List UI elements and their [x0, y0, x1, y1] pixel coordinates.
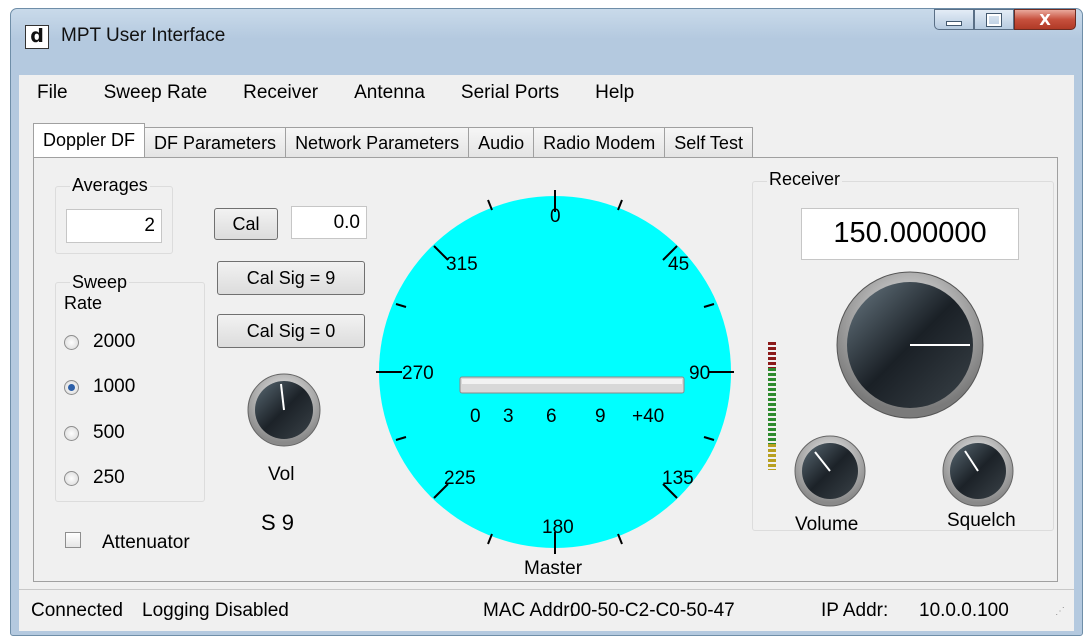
- signal-strength: S 9: [261, 510, 295, 535]
- title-bar[interactable]: d MPT User Interface X: [11, 9, 1082, 69]
- close-icon: X: [1039, 10, 1051, 29]
- sweep-rate-label: Sweep Rate: [64, 272, 130, 314]
- sweep-option-label: 250: [93, 467, 125, 488]
- sweep-option-500[interactable]: 500: [64, 422, 125, 444]
- receiver-group: Receiver 150.000000 Volume Squelch: [752, 169, 1054, 535]
- scale-label-3: 3: [503, 406, 514, 427]
- doppler-df-panel: Averages 2 Sweep Rate 2000 1000 500 250 …: [33, 157, 1058, 582]
- menu-file[interactable]: File: [19, 82, 86, 104]
- status-bar: Connected Logging Disabled MAC Addr: 00-…: [19, 589, 1074, 630]
- squelch-knob[interactable]: [941, 434, 1015, 508]
- compass-label-90: 90: [689, 363, 710, 384]
- tab-network-parameters[interactable]: Network Parameters: [285, 127, 470, 157]
- tuning-knob[interactable]: [835, 270, 985, 420]
- sweep-rate-group: Sweep Rate 2000 1000 500 250: [55, 272, 205, 502]
- vol-label: Vol: [268, 464, 295, 485]
- scale-label-6: 6: [546, 406, 557, 427]
- compass-label-270: 270: [402, 363, 434, 384]
- sweep-option-2000[interactable]: 2000: [64, 331, 135, 353]
- signal-level-bar-highlight: [462, 379, 682, 384]
- compass-label-180: 180: [542, 517, 574, 538]
- compass-label-0: 0: [550, 206, 561, 227]
- tab-self-test[interactable]: Self Test: [664, 127, 753, 157]
- scale-label-40: +40: [632, 406, 664, 427]
- sweep-option-1000[interactable]: 1000: [64, 376, 135, 398]
- window-title: MPT User Interface: [61, 25, 226, 46]
- sweep-rate-label-line1: Sweep: [72, 272, 128, 292]
- client-area: Doppler DF DF Parameters Network Paramet…: [19, 111, 1074, 631]
- radio-2000[interactable]: [64, 334, 79, 350]
- radio-1000[interactable]: [64, 379, 79, 395]
- app-icon: d: [25, 25, 49, 49]
- minimize-button[interactable]: [934, 9, 974, 30]
- tab-radio-modem[interactable]: Radio Modem: [533, 127, 666, 157]
- averages-input[interactable]: 2: [66, 209, 162, 243]
- radio-500[interactable]: [64, 425, 79, 441]
- app-window: d MPT User Interface X File Sweep Rate R…: [10, 8, 1083, 636]
- menu-bar: File Sweep Rate Receiver Antenna Serial …: [19, 75, 1074, 111]
- attenuator-label: Attenuator: [102, 532, 190, 553]
- maximize-icon: [986, 12, 1002, 27]
- attenuator-checkbox[interactable]: [65, 532, 81, 548]
- receiver-label: Receiver: [767, 169, 843, 190]
- vol-knob[interactable]: [246, 372, 322, 448]
- tab-df-parameters[interactable]: DF Parameters: [144, 127, 287, 157]
- compass-label-135: 135: [662, 468, 694, 489]
- volume-label: Volume: [795, 514, 859, 535]
- radio-250[interactable]: [64, 470, 79, 486]
- tab-strip: Doppler DF DF Parameters Network Paramet…: [33, 123, 753, 157]
- status-logging: Logging Disabled: [142, 600, 289, 621]
- sweep-option-label: 1000: [93, 376, 136, 397]
- maximize-button[interactable]: [974, 9, 1014, 30]
- volume-knob[interactable]: [793, 434, 867, 508]
- mac-address: 00-50-C2-C0-50-47: [570, 600, 735, 621]
- compass-label-45: 45: [668, 254, 689, 275]
- status-connection: Connected: [31, 600, 123, 621]
- close-button[interactable]: X: [1014, 9, 1076, 30]
- cal-button[interactable]: Cal: [214, 208, 278, 240]
- sweep-option-label: 500: [93, 422, 125, 443]
- tab-doppler-df[interactable]: Doppler DF: [33, 123, 146, 157]
- resize-grip-icon[interactable]: ⋰: [1055, 606, 1066, 617]
- master-label: Master: [524, 558, 583, 579]
- cal-value-input[interactable]: 0.0: [291, 206, 367, 239]
- menu-help[interactable]: Help: [577, 82, 652, 104]
- menu-serial-ports[interactable]: Serial Ports: [443, 82, 577, 104]
- direction-compass: 0 45 90 135 180 225 270 315 0 3 6 9 +40: [376, 190, 734, 554]
- tab-audio[interactable]: Audio: [468, 127, 535, 157]
- cal-sig-0-button[interactable]: Cal Sig = 0: [217, 314, 365, 348]
- squelch-label: Squelch: [947, 510, 1016, 531]
- scale-label-0: 0: [470, 406, 481, 427]
- menu-antenna[interactable]: Antenna: [336, 82, 443, 104]
- compass-label-225: 225: [444, 468, 476, 489]
- ip-label: IP Addr:: [821, 600, 889, 621]
- sweep-rate-label-line2: Rate: [64, 293, 103, 313]
- minimize-icon: [946, 21, 962, 26]
- sweep-option-label: 2000: [93, 331, 136, 352]
- averages-group: Averages 2: [55, 175, 173, 254]
- menu-receiver[interactable]: Receiver: [225, 82, 336, 104]
- sweep-option-250[interactable]: 250: [64, 467, 125, 489]
- ip-address: 10.0.0.100: [919, 600, 1009, 621]
- mac-label: MAC Addr:: [483, 600, 575, 621]
- window-controls: X: [934, 9, 1076, 31]
- menu-sweep-rate[interactable]: Sweep Rate: [86, 82, 226, 104]
- cal-sig-9-button[interactable]: Cal Sig = 9: [217, 261, 365, 295]
- compass-label-315: 315: [446, 254, 478, 275]
- frequency-display[interactable]: 150.000000: [801, 208, 1019, 260]
- averages-label: Averages: [70, 175, 150, 196]
- scale-label-9: 9: [595, 406, 606, 427]
